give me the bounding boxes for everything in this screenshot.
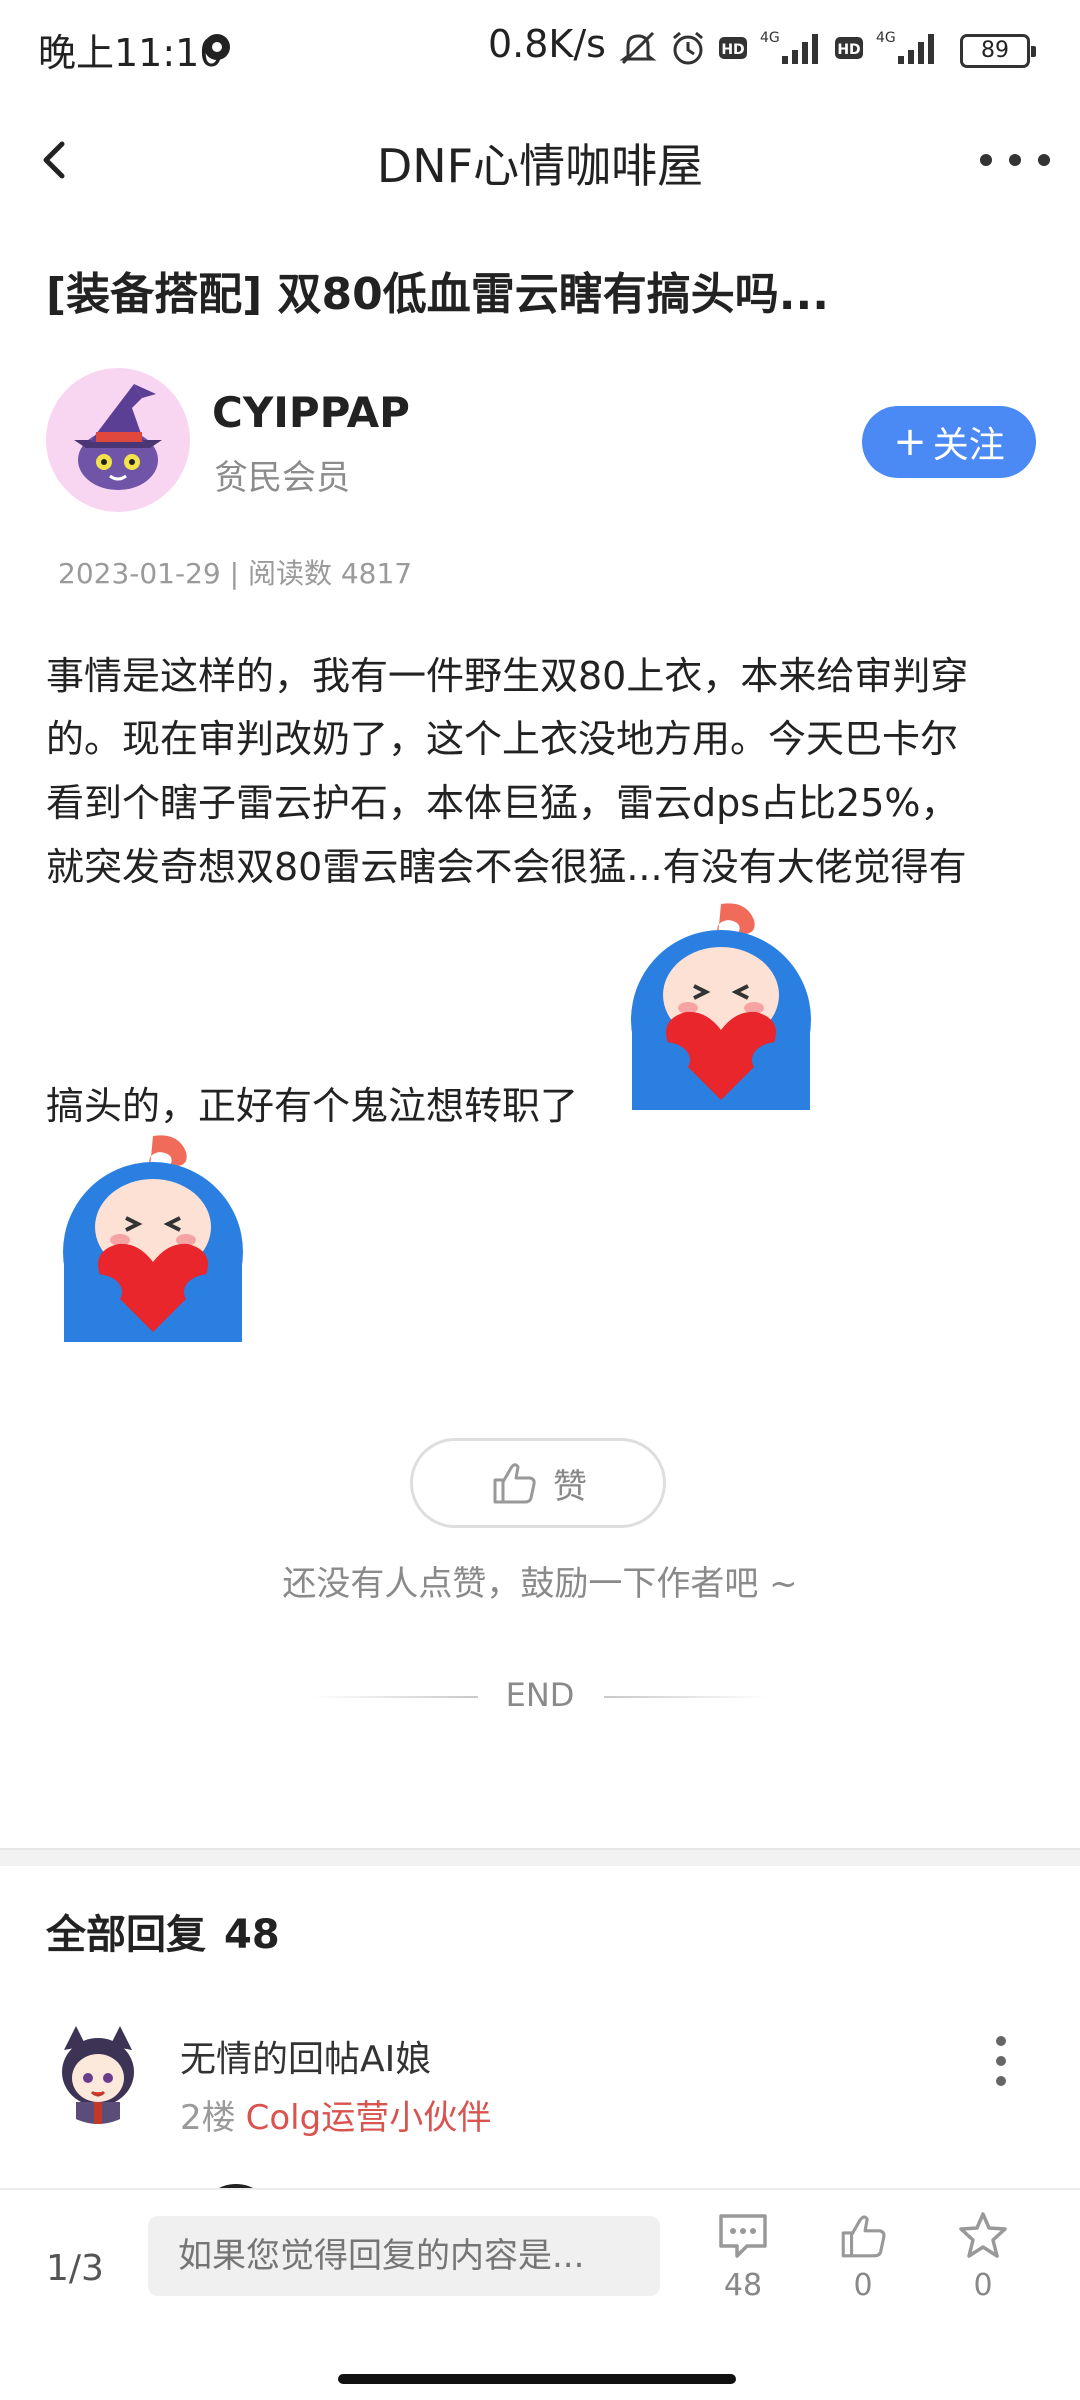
more-button[interactable] xyxy=(980,134,1050,186)
svg-text:4G: 4G xyxy=(876,30,896,46)
bottom-action-bar: 1/3 48 0 0 xyxy=(0,2188,1080,2400)
star-icon xyxy=(959,2212,1007,2258)
post-body-line: 事情是这样的，我有一件野生双80上衣，本来给审判穿 xyxy=(46,654,969,698)
follow-button[interactable]: + 关注 xyxy=(862,406,1036,478)
author-rank: 贫民会员 xyxy=(214,458,350,498)
comment-button[interactable]: 48 xyxy=(698,2210,788,2303)
home-indicator[interactable] xyxy=(338,2374,736,2384)
hd-icon: HD xyxy=(835,37,863,59)
status-bar: 晚上11:10 0.8K/s HD 4G HD 4G 89 xyxy=(0,0,1080,96)
more-dot-icon xyxy=(980,154,992,166)
status-icons: HD 4G HD 4G xyxy=(618,28,940,68)
like-label: 赞 xyxy=(553,1466,587,1507)
post-title: [装备搭配] 双80低血雷云瞎有搞头吗... xyxy=(46,269,829,320)
like-button[interactable]: 赞 xyxy=(410,1438,666,1528)
reply-input[interactable] xyxy=(148,2216,660,2296)
alarm-icon xyxy=(673,31,703,65)
end-marker: END xyxy=(505,1676,575,1714)
reply-author-name[interactable]: 无情的回帖AI娘 xyxy=(180,2030,431,2082)
thumbs-up-icon xyxy=(493,1463,536,1504)
post-body-line: 看到个瞎子雷云护石，本体巨猛，雷云dps占比25%， xyxy=(46,781,959,825)
like-count: 0 xyxy=(853,2268,873,2303)
reply-more-button[interactable] xyxy=(986,2036,1016,2086)
follow-label: 关注 xyxy=(932,425,1005,466)
thumbs-up-icon xyxy=(841,2215,886,2258)
heart-hug-sticker-icon xyxy=(631,903,811,1110)
heart-hug-sticker[interactable] xyxy=(626,900,816,1114)
reply-floor: 2楼 xyxy=(180,2098,236,2138)
favorite-button[interactable]: 0 xyxy=(938,2210,1028,2303)
post-body-line: 就突发奇想双80雷云瞎会不会很猛...有没有大佬觉得有 xyxy=(46,845,967,889)
more-dot-icon xyxy=(996,2076,1006,2086)
reply-avatar[interactable] xyxy=(46,2020,150,2124)
comment-count: 48 xyxy=(723,2268,763,2303)
replies-count: 48 xyxy=(224,1912,280,1958)
like-post-button[interactable]: 0 xyxy=(818,2210,908,2303)
svg-text:4G: 4G xyxy=(760,30,780,46)
signal-4g-icon: 4G xyxy=(760,30,818,64)
author-avatar[interactable] xyxy=(46,368,190,512)
heart-hug-sticker-icon xyxy=(63,1135,243,1342)
svg-text:HD: HD xyxy=(721,42,744,58)
signal-4g-icon: 4G xyxy=(876,30,934,64)
more-dot-icon xyxy=(1038,154,1050,166)
heart-hug-sticker[interactable] xyxy=(58,1132,248,1346)
reply-floor-info: 2楼 Colg运营小伙伴 xyxy=(180,2090,491,2139)
battery-indicator: 89 xyxy=(960,34,1036,68)
section-divider xyxy=(0,1848,1080,1866)
comment-icon xyxy=(719,2214,767,2258)
replies-header: 全部回复 48 xyxy=(46,1902,280,1960)
network-speed: 0.8K/s xyxy=(488,22,606,66)
post-meta: 2023-01-29 | 阅读数 4817 xyxy=(58,557,413,590)
hd-icon: HD xyxy=(719,37,747,59)
post-body-line: 的。现在审判改奶了，这个上衣没地方用。今天巴卡尔 xyxy=(46,717,959,761)
post-detail-screen: 晚上11:10 0.8K/s HD 4G HD 4G 89 DNF心情咖啡屋 [… xyxy=(0,0,1080,2400)
reply-role-badge: Colg运营小伙伴 xyxy=(245,2098,492,2138)
post-body-line: 搞头的，正好有个鬼泣想转职了 xyxy=(46,1084,579,1128)
status-time: 晚上11:10 xyxy=(38,31,224,75)
nav-header: DNF心情咖啡屋 xyxy=(0,112,1080,208)
witch-cat-avatar-icon xyxy=(74,384,162,490)
plus-icon: + xyxy=(893,419,927,465)
svg-text:HD: HD xyxy=(837,42,860,58)
more-dot-icon xyxy=(996,2056,1006,2066)
like-hint: 还没有人点赞，鼓励一下作者吧 ~ xyxy=(282,1564,798,1604)
favorite-count: 0 xyxy=(973,2268,993,2303)
page-title: DNF心情咖啡屋 xyxy=(376,139,704,193)
more-dot-icon xyxy=(996,2036,1006,2046)
notification-dot-icon xyxy=(204,34,230,60)
more-dot-icon xyxy=(1009,154,1021,166)
mute-icon xyxy=(619,31,657,65)
author-name[interactable]: CYIPPAP xyxy=(212,388,410,437)
page-indicator[interactable]: 1/3 xyxy=(46,2248,104,2289)
replies-title: 全部回复 xyxy=(46,1912,206,1958)
anime-girl-avatar-icon xyxy=(62,2026,134,2124)
